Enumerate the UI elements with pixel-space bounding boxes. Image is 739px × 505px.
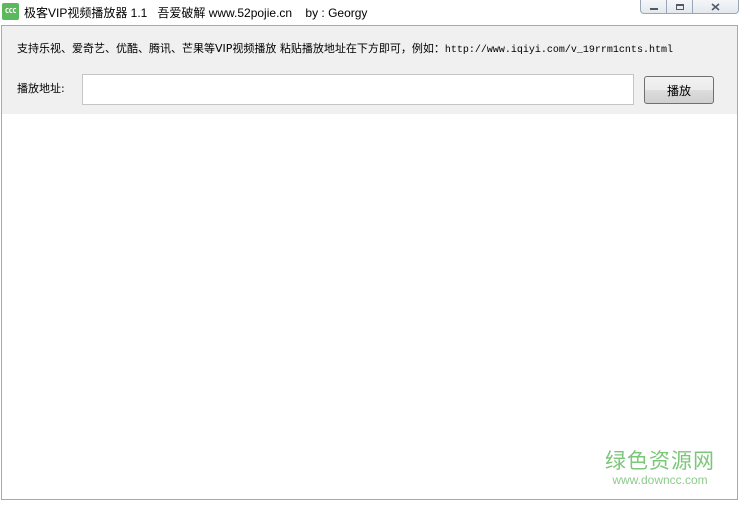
client-area: 支持乐视、爱奇艺、优酷、腾讯、芒果等VIP视频播放 粘贴播放地址在下方即可，例如… xyxy=(1,25,738,500)
watermark-logo-text: 绿色资源网 xyxy=(605,449,715,473)
play-button[interactable]: 播放 xyxy=(644,76,714,104)
address-input[interactable] xyxy=(82,74,634,105)
example-url: http://www.iqiyi.com/v_19rrm1cnts.html xyxy=(444,45,673,56)
usage-hint-text: 支持乐视、爱奇艺、优酷、腾讯、芒果等VIP视频播放 粘贴播放地址在下方即可，例如… xyxy=(17,42,445,55)
watermark: 绿色资源网 www.downcc.com xyxy=(605,449,715,487)
minimize-icon xyxy=(649,7,658,10)
watermark-url: www.downcc.com xyxy=(612,473,708,487)
minimize-button[interactable] xyxy=(640,0,667,14)
window-controls xyxy=(640,0,739,15)
title-bar[interactable]: CCC 极客VIP视频播放器 1.1 吾爱破解 www.52pojie.cn b… xyxy=(0,0,739,25)
app-icon: CCC xyxy=(2,3,19,20)
close-button[interactable] xyxy=(693,0,739,14)
maximize-icon xyxy=(675,3,684,10)
window-title: 极客VIP视频播放器 1.1 吾爱破解 www.52pojie.cn by : … xyxy=(24,6,368,20)
app-window: CCC 极客VIP视频播放器 1.1 吾爱破解 www.52pojie.cn b… xyxy=(0,0,739,505)
close-icon xyxy=(711,2,720,11)
toolbar-panel: 支持乐视、爱奇艺、优酷、腾讯、芒果等VIP视频播放 粘贴播放地址在下方即可，例如… xyxy=(2,26,737,114)
usage-hint: 支持乐视、爱奇艺、优酷、腾讯、芒果等VIP视频播放 粘贴播放地址在下方即可，例如… xyxy=(17,40,673,56)
video-area[interactable]: 绿色资源网 www.downcc.com xyxy=(2,114,737,499)
maximize-button[interactable] xyxy=(667,0,693,14)
address-label: 播放地址: xyxy=(17,82,65,95)
